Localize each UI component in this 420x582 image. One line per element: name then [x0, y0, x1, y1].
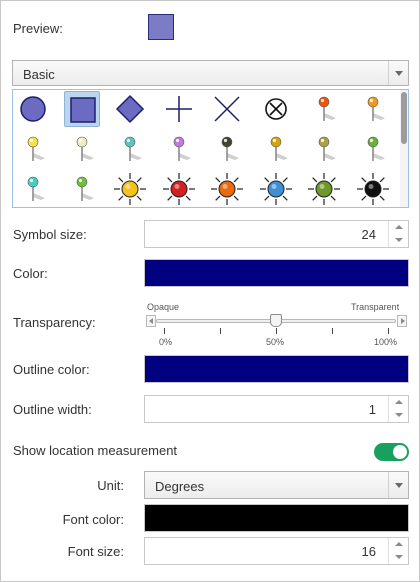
opaque-caption: Opaque	[147, 302, 180, 312]
pin-cyan-icon[interactable]	[15, 171, 51, 207]
pin-gold-icon[interactable]	[258, 131, 294, 167]
font-size-value: 16	[361, 544, 376, 559]
tick-label-100: 100%	[374, 337, 398, 347]
decrement-arrow-icon[interactable]	[389, 234, 408, 247]
symbol-gallery	[12, 89, 409, 208]
unit-select[interactable]: Degrees	[144, 471, 409, 499]
color-label: Color:	[13, 266, 48, 281]
circle-icon[interactable]	[15, 91, 51, 127]
sun-black-icon[interactable]	[355, 171, 391, 207]
increment-arrow-icon[interactable]	[389, 538, 408, 551]
pin-orange-light-icon[interactable]	[355, 91, 391, 127]
transparent-caption: Transparent	[351, 302, 400, 312]
pin-green-icon[interactable]	[355, 131, 391, 167]
sun-red-icon[interactable]	[161, 171, 197, 207]
outline-color-label: Outline color:	[13, 362, 90, 377]
symbol-size-label: Symbol size:	[13, 227, 87, 242]
circle-x-icon[interactable]	[258, 91, 294, 127]
decrement-arrow-icon[interactable]	[389, 551, 408, 564]
pin-yellow-icon[interactable]	[15, 131, 51, 167]
toggle-knob	[393, 445, 407, 459]
show-location-label: Show location measurement	[13, 443, 178, 458]
symbol-size-stepper[interactable]: 24	[144, 220, 409, 248]
font-color-picker[interactable]	[144, 504, 409, 532]
symbol-settings-panel: Preview: Basic Symbol size: 24 Color: Tr…	[0, 0, 420, 582]
unit-label: Unit:	[97, 478, 124, 493]
slider-tick	[388, 328, 389, 334]
cross-icon[interactable]	[161, 91, 197, 127]
tick-label-0: 0%	[159, 337, 173, 347]
preview-swatch	[148, 14, 174, 40]
transparency-label: Transparency:	[13, 315, 96, 330]
pin-olive-icon[interactable]	[306, 131, 342, 167]
decrement-arrow-icon[interactable]	[389, 409, 408, 422]
pin-dark-icon[interactable]	[209, 131, 245, 167]
pin-lime-icon[interactable]	[64, 171, 100, 207]
increment-arrow-icon[interactable]	[389, 221, 408, 234]
increment-arrow-icon[interactable]	[389, 396, 408, 409]
x-icon[interactable]	[209, 91, 245, 127]
slider-decrease-icon[interactable]	[146, 315, 156, 327]
square-icon[interactable]	[64, 91, 100, 127]
sun-orange-icon[interactable]	[209, 171, 245, 207]
gallery-scroll-thumb[interactable]	[401, 92, 407, 144]
outline-width-value: 1	[368, 402, 376, 417]
sun-green-icon[interactable]	[306, 171, 342, 207]
slider-tick	[164, 328, 165, 334]
font-size-stepper[interactable]: 16	[144, 537, 409, 565]
show-location-toggle[interactable]	[374, 443, 409, 461]
slider-tick	[332, 328, 333, 334]
pin-orange-icon[interactable]	[306, 91, 342, 127]
preview-label: Preview:	[13, 21, 63, 36]
slider-tick	[276, 328, 277, 334]
pin-teal-yellow-icon[interactable]	[112, 131, 148, 167]
diamond-icon[interactable]	[112, 91, 148, 127]
slider-tick	[220, 328, 221, 334]
outline-width-stepper[interactable]: 1	[144, 395, 409, 423]
symbol-size-value: 24	[361, 227, 376, 242]
tick-label-50: 50%	[266, 337, 285, 347]
slider-increase-icon[interactable]	[397, 315, 407, 327]
font-size-label: Font size:	[67, 544, 124, 559]
symbol-category-value: Basic	[23, 67, 55, 82]
color-picker[interactable]	[144, 259, 409, 287]
sun-yellow-icon[interactable]	[112, 171, 148, 207]
symbol-category-select[interactable]: Basic	[12, 60, 409, 86]
gallery-scrollbar[interactable]	[400, 90, 408, 207]
transparency-slider-thumb[interactable]	[270, 314, 282, 327]
outline-color-picker[interactable]	[144, 355, 409, 383]
unit-value: Degrees	[155, 479, 205, 494]
sun-blue-icon[interactable]	[258, 171, 294, 207]
outline-width-label: Outline width:	[13, 402, 92, 417]
chevron-down-icon[interactable]	[388, 61, 408, 85]
pin-purple-icon[interactable]	[161, 131, 197, 167]
font-color-label: Font color:	[62, 512, 124, 527]
pin-cream-icon[interactable]	[64, 131, 100, 167]
chevron-down-icon[interactable]	[388, 472, 408, 498]
